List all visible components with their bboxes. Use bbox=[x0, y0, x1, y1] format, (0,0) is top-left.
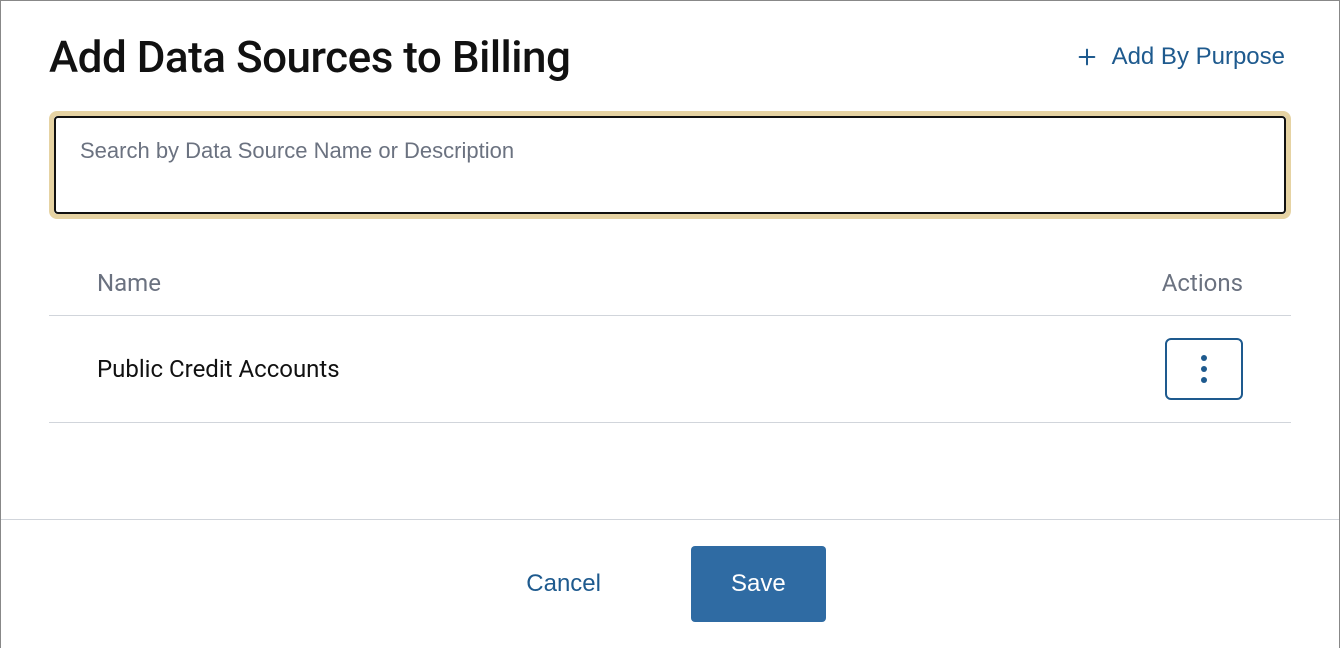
table-header: Name Actions bbox=[49, 269, 1291, 316]
page-title: Add Data Sources to Billing bbox=[49, 31, 570, 83]
save-button[interactable]: Save bbox=[691, 546, 826, 622]
search-wrapper bbox=[49, 111, 1291, 219]
column-header-actions: Actions bbox=[1162, 269, 1243, 297]
dialog-footer: Cancel Save bbox=[1, 519, 1339, 648]
table-row: Public Credit Accounts bbox=[49, 316, 1291, 423]
row-name: Public Credit Accounts bbox=[97, 355, 340, 383]
header-row: Add Data Sources to Billing Add By Purpo… bbox=[49, 31, 1291, 83]
column-header-name: Name bbox=[97, 269, 161, 297]
add-data-sources-dialog: Add Data Sources to Billing Add By Purpo… bbox=[1, 1, 1339, 648]
dialog-content: Add Data Sources to Billing Add By Purpo… bbox=[1, 1, 1339, 519]
plus-icon bbox=[1076, 46, 1098, 68]
more-vertical-icon bbox=[1201, 355, 1207, 383]
search-input[interactable] bbox=[54, 116, 1286, 214]
cancel-button[interactable]: Cancel bbox=[514, 562, 613, 606]
add-by-purpose-label: Add By Purpose bbox=[1112, 43, 1285, 71]
data-sources-table: Name Actions Public Credit Accounts bbox=[49, 269, 1291, 423]
row-actions-button[interactable] bbox=[1165, 338, 1243, 400]
add-by-purpose-button[interactable]: Add By Purpose bbox=[1070, 39, 1291, 75]
